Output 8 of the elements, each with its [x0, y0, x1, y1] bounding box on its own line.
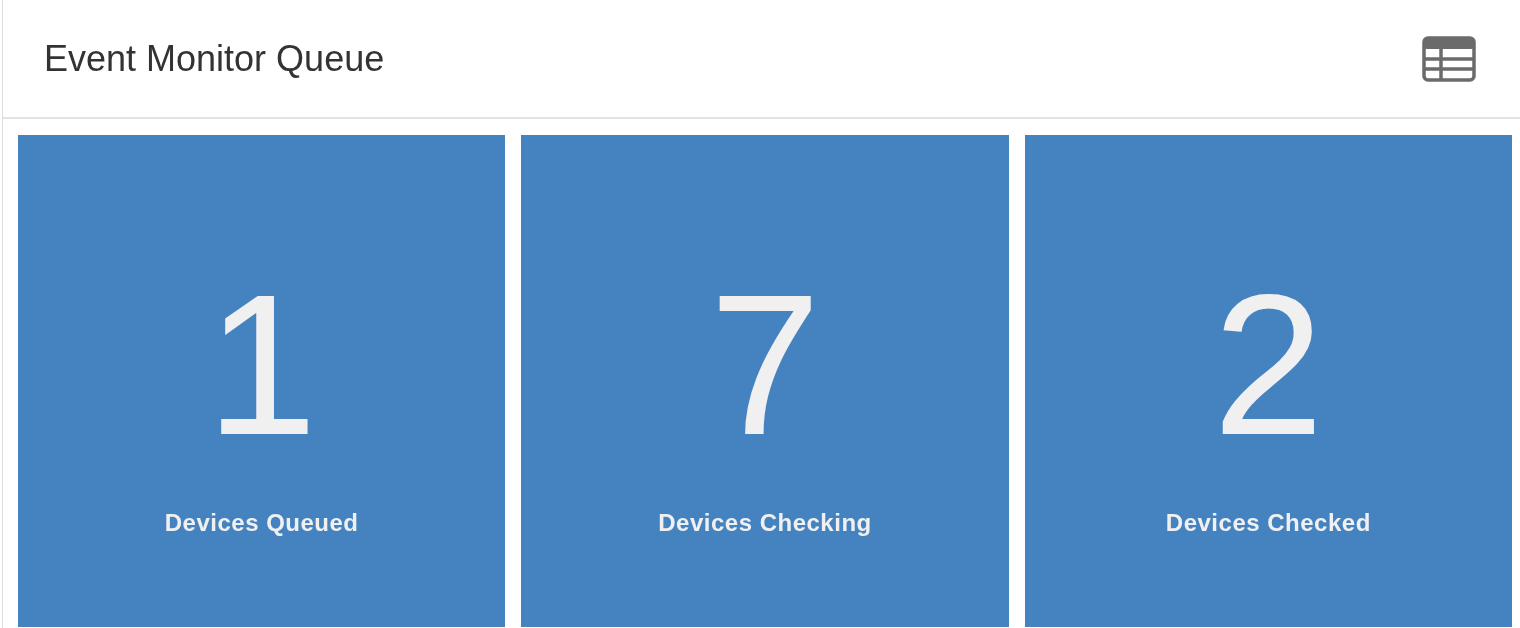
panel-title: Event Monitor Queue: [44, 40, 385, 77]
stat-label: Devices Checked: [1165, 508, 1371, 538]
stat-label: Devices Queued: [164, 508, 359, 538]
stat-value: 7: [709, 275, 821, 455]
stat-value: 2: [1212, 275, 1324, 455]
stat-value: 1: [206, 275, 318, 455]
stat-label: Devices Checking: [658, 508, 872, 538]
table-icon[interactable]: [1422, 35, 1476, 82]
